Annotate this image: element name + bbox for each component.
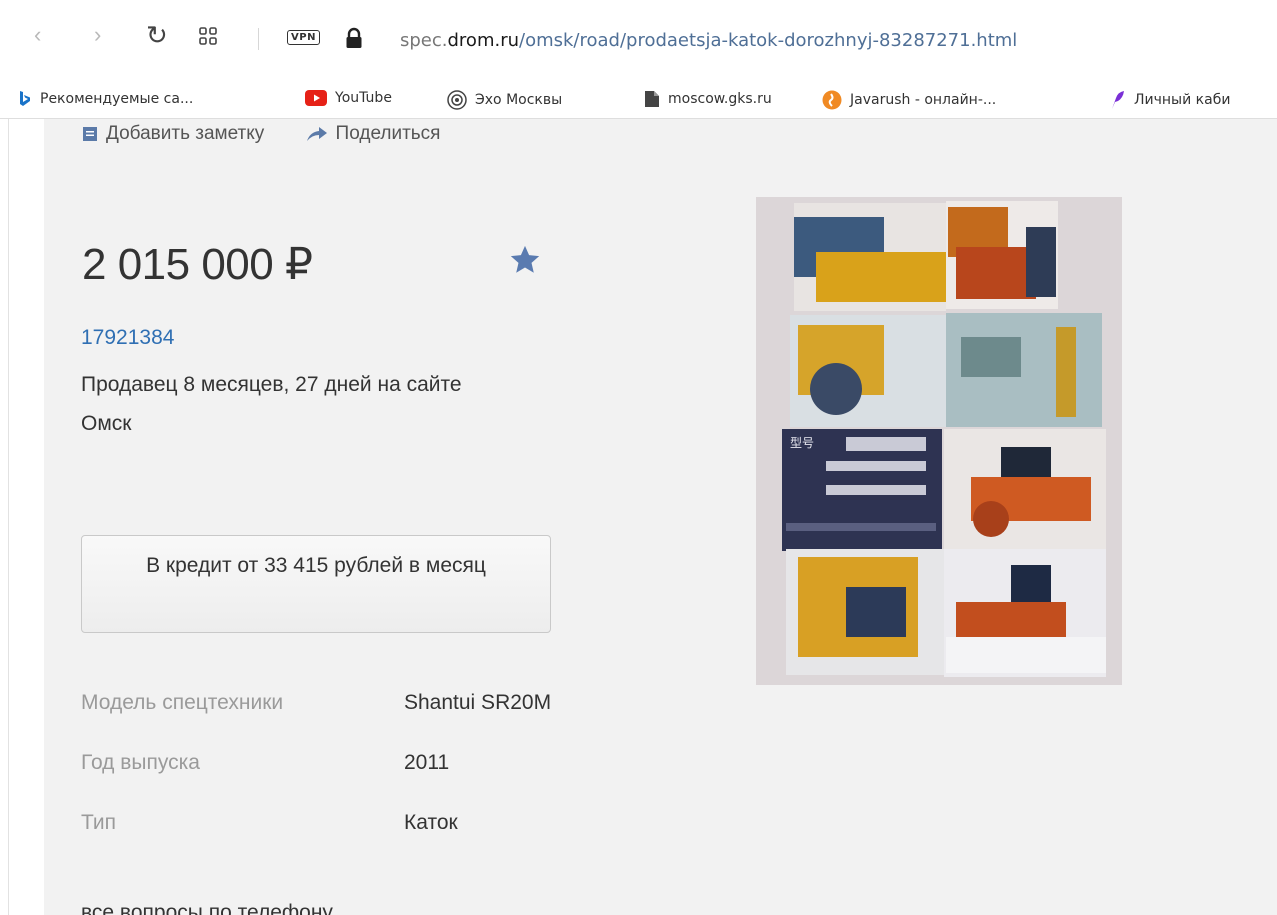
vpn-badge[interactable]: VPN: [287, 30, 320, 45]
listing-photo[interactable]: 型号: [756, 197, 1122, 685]
echo-icon: [447, 90, 467, 110]
spec-label: Тип: [81, 811, 117, 834]
bookmark-label: Javarush - онлайн-...: [850, 92, 997, 108]
url-path: /omsk/road/prodaetsja-katok-dorozhnyj-83…: [519, 30, 1018, 51]
seller-since: Продавец 8 месяцев, 27 дней на сайте: [81, 373, 462, 396]
bookmark-youtube[interactable]: YouTube: [305, 90, 392, 106]
bookmark-label: Личный каби: [1134, 92, 1231, 108]
reload-icon[interactable]: ↻: [146, 22, 168, 48]
lock-icon[interactable]: [345, 27, 363, 49]
add-note-label: Добавить заметку: [106, 123, 265, 144]
seller-id-link[interactable]: 17921384: [81, 326, 174, 350]
bookmark-gks[interactable]: moscow.gks.ru: [644, 90, 772, 108]
note-icon: [83, 127, 97, 141]
spec-label: Год выпуска: [81, 751, 200, 774]
seller-city: Омск: [81, 412, 132, 435]
add-note-link[interactable]: Добавить заметку: [82, 123, 264, 145]
page-left-border: [8, 119, 9, 915]
toolbar-divider: [258, 28, 259, 50]
address-bar[interactable]: spec.drom.ru/omsk/road/prodaetsja-katok-…: [400, 30, 1017, 51]
listing-card: Добавить заметку Поделиться 2 015 000 ₽ …: [44, 119, 1277, 915]
contact-note: все вопросы по телефону: [81, 901, 333, 915]
youtube-icon: [305, 90, 327, 106]
listing-actions: Добавить заметку Поделиться: [82, 123, 440, 145]
forward-icon[interactable]: ›: [94, 24, 101, 46]
listing-price: 2 015 000 ₽: [82, 240, 313, 289]
bookmark-javarush[interactable]: Javarush - онлайн-...: [822, 90, 996, 110]
url-host: drom.ru: [447, 30, 520, 51]
spec-label: Модель спецтехники: [81, 691, 284, 714]
tabs-grid-icon[interactable]: [198, 26, 218, 46]
url-prefix: spec.: [400, 30, 448, 51]
feather-icon: [1112, 91, 1124, 109]
bookmark-recommended[interactable]: Рекомендуемые са...: [18, 90, 193, 108]
spec-value: Shantui SR20M: [404, 691, 552, 714]
share-icon: [306, 127, 327, 141]
spec-value: 2011: [404, 751, 450, 774]
share-link[interactable]: Поделиться: [306, 123, 441, 145]
bookmark-echo[interactable]: Эхо Москвы: [447, 90, 562, 110]
bookmark-personal[interactable]: Личный каби: [1108, 90, 1230, 110]
back-icon[interactable]: ‹: [34, 24, 41, 46]
favorite-star-icon[interactable]: [508, 243, 542, 277]
seller-info: Продавец 8 месяцев, 27 дней на сайте Омс…: [81, 365, 541, 443]
javarush-icon: [822, 90, 842, 110]
bookmarks-bar: Рекомендуемые са... YouTube Эхо Москвы m…: [0, 84, 1277, 114]
bing-icon: [20, 91, 30, 106]
browser-toolbar: ‹ › ↻ VPN spec.drom.ru/omsk/road/prodaet…: [0, 0, 1277, 88]
bookmark-label: Эхо Москвы: [475, 92, 563, 108]
document-icon: [645, 91, 659, 107]
credit-button[interactable]: В кредит от 33 415 рублей в месяц: [81, 535, 551, 633]
share-label: Поделиться: [335, 123, 441, 144]
bookmark-label: Рекомендуемые са...: [40, 91, 194, 107]
bookmark-label: moscow.gks.ru: [668, 91, 772, 107]
spec-value: Каток: [404, 811, 458, 834]
bookmark-label: YouTube: [335, 90, 392, 106]
photo-plate-text: 型号: [790, 436, 814, 450]
